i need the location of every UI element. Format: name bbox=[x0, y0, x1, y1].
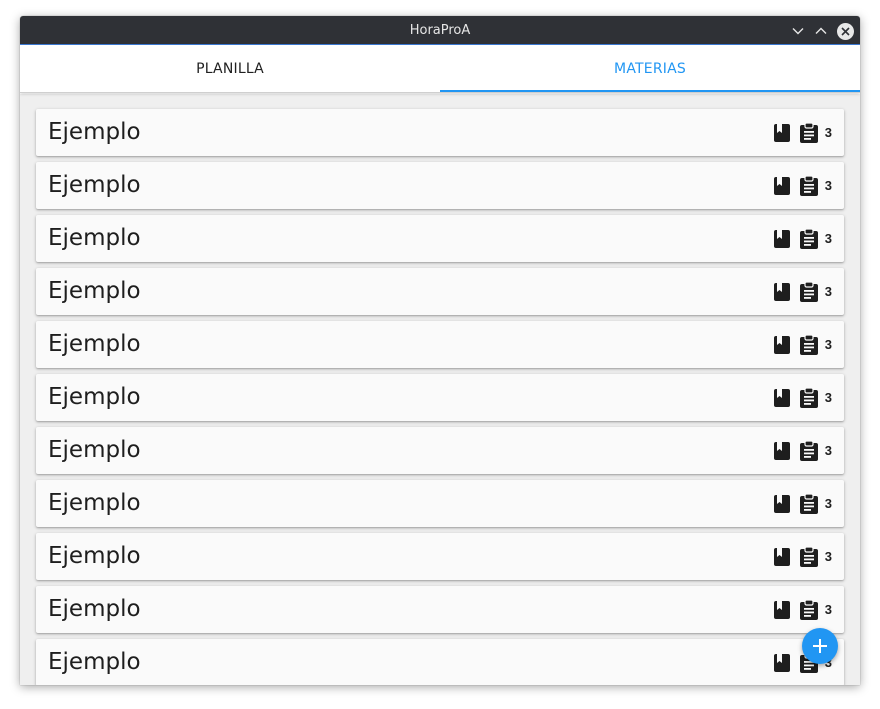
clipboard-icon bbox=[799, 280, 818, 302]
materia-card[interactable]: Ejemplo 3 bbox=[36, 427, 844, 474]
materia-count: 3 bbox=[824, 337, 832, 352]
add-materia-button[interactable] bbox=[802, 628, 838, 664]
materia-name: Ejemplo bbox=[48, 119, 141, 145]
clipboard-icon bbox=[799, 174, 818, 196]
clipboard-icon bbox=[799, 492, 818, 514]
clipboard-icon bbox=[799, 545, 818, 567]
materia-name: Ejemplo bbox=[48, 384, 141, 410]
materia-count: 3 bbox=[824, 602, 832, 617]
materia-icons: 3 bbox=[773, 586, 832, 633]
materia-card[interactable]: Ejemplo 3 bbox=[36, 162, 844, 209]
materia-card[interactable]: Ejemplo 3 bbox=[36, 639, 844, 685]
book-icon bbox=[773, 176, 790, 195]
materia-card[interactable]: Ejemplo 3 bbox=[36, 586, 844, 633]
book-icon bbox=[773, 123, 790, 142]
chevron-down-icon bbox=[792, 28, 804, 35]
book-icon bbox=[773, 600, 790, 619]
book-icon bbox=[773, 494, 790, 513]
materia-icons: 3 bbox=[773, 533, 832, 580]
plus-icon bbox=[813, 639, 827, 653]
materia-name: Ejemplo bbox=[48, 437, 141, 463]
window-title: HoraProA bbox=[409, 23, 471, 38]
book-icon bbox=[773, 388, 790, 407]
materia-icons: 3 bbox=[773, 427, 832, 474]
materia-count: 3 bbox=[824, 125, 832, 140]
chevron-up-icon bbox=[815, 27, 827, 34]
book-icon bbox=[773, 282, 790, 301]
materia-name: Ejemplo bbox=[48, 225, 141, 251]
materia-icons: 3 bbox=[773, 162, 832, 209]
materia-icons: 3 bbox=[773, 109, 832, 156]
materia-name: Ejemplo bbox=[48, 331, 141, 357]
clipboard-icon bbox=[799, 333, 818, 355]
clipboard-icon bbox=[799, 386, 818, 408]
book-icon bbox=[773, 547, 790, 566]
materia-name: Ejemplo bbox=[48, 278, 141, 304]
materia-count: 3 bbox=[824, 496, 832, 511]
clipboard-icon bbox=[799, 227, 818, 249]
materia-count: 3 bbox=[824, 443, 832, 458]
materia-name: Ejemplo bbox=[48, 172, 141, 198]
materia-card[interactable]: Ejemplo 3 bbox=[36, 533, 844, 580]
maximize-button[interactable] bbox=[812, 22, 830, 40]
book-icon bbox=[773, 335, 790, 354]
app-window: HoraProA PLANILLA MATERIAS Ejemplo 3 Eje… bbox=[20, 16, 860, 685]
materia-card[interactable]: Ejemplo 3 bbox=[36, 215, 844, 262]
book-icon bbox=[773, 229, 790, 248]
materia-card[interactable]: Ejemplo 3 bbox=[36, 321, 844, 368]
materia-name: Ejemplo bbox=[48, 596, 141, 622]
title-bar[interactable]: HoraProA bbox=[20, 16, 860, 45]
materia-icons: 3 bbox=[773, 374, 832, 421]
book-icon bbox=[773, 653, 790, 672]
close-button[interactable] bbox=[836, 22, 854, 40]
materia-name: Ejemplo bbox=[48, 490, 141, 516]
materia-count: 3 bbox=[824, 549, 832, 564]
materia-icons: 3 bbox=[773, 321, 832, 368]
materia-count: 3 bbox=[824, 231, 832, 246]
book-icon bbox=[773, 441, 790, 460]
clipboard-icon bbox=[799, 121, 818, 143]
tab-planilla[interactable]: PLANILLA bbox=[20, 45, 440, 93]
materia-card[interactable]: Ejemplo 3 bbox=[36, 480, 844, 527]
materia-name: Ejemplo bbox=[48, 543, 141, 569]
tab-materias[interactable]: MATERIAS bbox=[440, 45, 860, 93]
minimize-button[interactable] bbox=[789, 22, 807, 40]
materias-list: Ejemplo 3 Ejemplo 3 Ejemplo 3 Ejemplo 3 … bbox=[36, 109, 844, 685]
materia-icons: 3 bbox=[773, 268, 832, 315]
tab-indicator bbox=[440, 90, 860, 92]
materia-count: 3 bbox=[824, 178, 832, 193]
tab-bar: PLANILLA MATERIAS bbox=[20, 45, 860, 93]
materias-list-view[interactable]: Ejemplo 3 Ejemplo 3 Ejemplo 3 Ejemplo 3 … bbox=[20, 94, 860, 685]
materia-icons: 3 bbox=[773, 480, 832, 527]
materia-icons: 3 bbox=[773, 215, 832, 262]
close-icon bbox=[836, 22, 854, 40]
materia-card[interactable]: Ejemplo 3 bbox=[36, 109, 844, 156]
materia-count: 3 bbox=[824, 390, 832, 405]
materia-card[interactable]: Ejemplo 3 bbox=[36, 374, 844, 421]
clipboard-icon bbox=[799, 439, 818, 461]
materia-count: 3 bbox=[824, 284, 832, 299]
materia-card[interactable]: Ejemplo 3 bbox=[36, 268, 844, 315]
clipboard-icon bbox=[799, 598, 818, 620]
materia-name: Ejemplo bbox=[48, 649, 141, 675]
